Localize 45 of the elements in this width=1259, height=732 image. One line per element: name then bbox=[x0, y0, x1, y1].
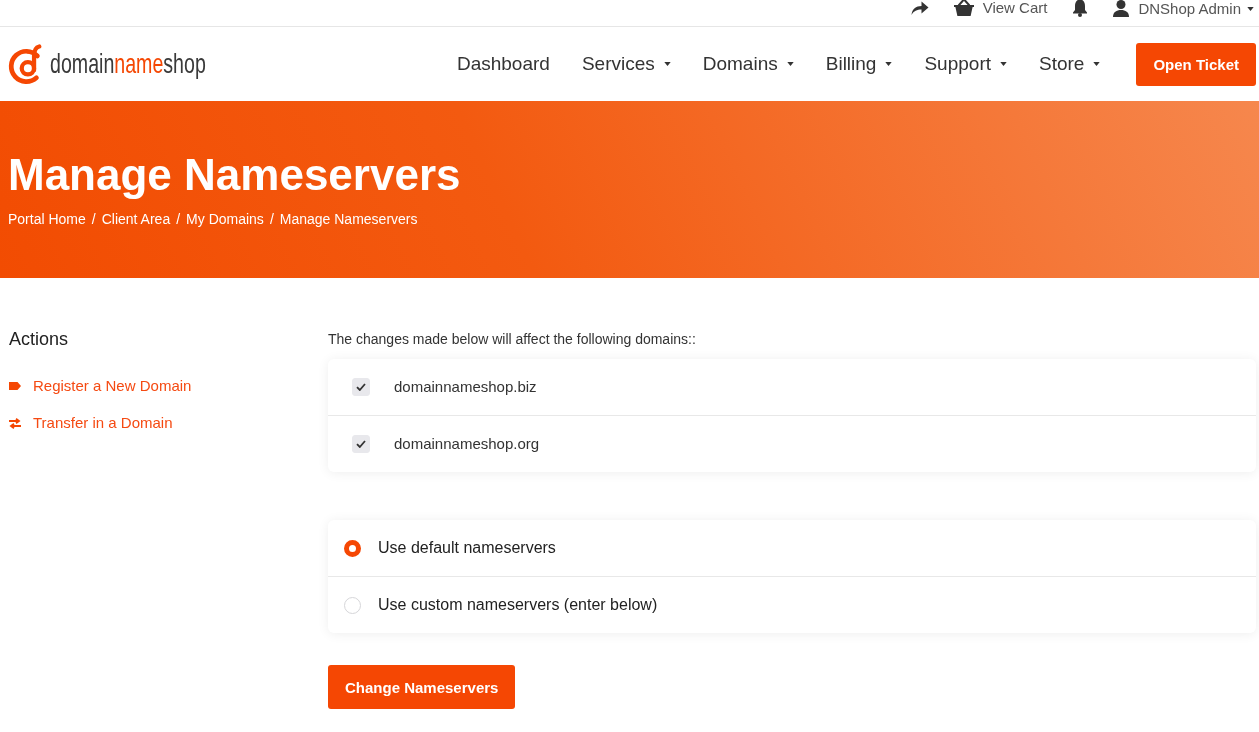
user-icon bbox=[1113, 0, 1130, 17]
caret-icon bbox=[1000, 62, 1007, 66]
checkbox[interactable] bbox=[352, 435, 370, 453]
caret-icon bbox=[663, 62, 671, 66]
domain-label[interactable]: domainnameshop.biz bbox=[394, 377, 537, 397]
intro-text: The changes made below will affect the following domains:: bbox=[328, 330, 697, 349]
sidebar-link[interactable]: Transfer in a Domain bbox=[9, 413, 328, 433]
breadcrumb-link[interactable]: Portal Home bbox=[8, 209, 86, 229]
breadcrumb-separator: / bbox=[269, 210, 274, 229]
swap-arrows-icon bbox=[9, 417, 21, 429]
nav-link[interactable]: Dashboard bbox=[440, 52, 566, 76]
check-icon bbox=[356, 383, 366, 391]
caret-icon bbox=[786, 62, 794, 66]
domain-label[interactable]: domainnameshop.org bbox=[394, 434, 540, 454]
checkbox[interactable] bbox=[352, 378, 370, 396]
caret-icon bbox=[885, 62, 893, 66]
logo-text[interactable]: domainnameshop bbox=[50, 48, 206, 80]
basket-icon bbox=[953, 0, 974, 16]
nav-link[interactable]: Store bbox=[1023, 52, 1117, 76]
breadcrumb-separator: / bbox=[91, 210, 96, 229]
nav-link[interactable]: Billing bbox=[809, 52, 909, 76]
sidebar-heading: Actions bbox=[9, 328, 70, 350]
change-nameservers-button[interactable]: Change Nameservers bbox=[328, 665, 516, 709]
open-ticket-button[interactable]: Open Ticket bbox=[1136, 42, 1256, 86]
tag-icon bbox=[9, 382, 21, 390]
page-title: Manage Nameservers bbox=[8, 149, 462, 201]
account-menu[interactable]: DNShop Admin bbox=[1113, 0, 1254, 17]
sidebar-link[interactable]: Register a New Domain bbox=[9, 376, 328, 396]
check-icon bbox=[356, 440, 366, 448]
caret-icon bbox=[1247, 6, 1254, 11]
radio-button[interactable] bbox=[344, 539, 361, 557]
breadcrumb-separator: / bbox=[176, 210, 181, 229]
nav-link[interactable]: Domains bbox=[686, 52, 810, 76]
bell-icon[interactable] bbox=[1072, 0, 1089, 17]
caret-icon bbox=[1093, 62, 1101, 66]
radio-label[interactable]: Use custom nameservers (enter below) bbox=[378, 595, 658, 615]
nav-link[interactable]: Support bbox=[908, 52, 1023, 76]
forward-arrow-icon[interactable] bbox=[910, 1, 929, 15]
radio-label[interactable]: Use default nameservers bbox=[378, 538, 556, 558]
breadcrumb-link[interactable]: My Domains bbox=[186, 209, 264, 229]
breadcrumb-link[interactable]: Client Area bbox=[101, 209, 171, 229]
view-cart-link[interactable]: View Cart bbox=[953, 0, 1048, 16]
nav-link[interactable]: Services bbox=[565, 52, 687, 76]
breadcrumb-current: Manage Nameservers bbox=[279, 210, 418, 229]
logo-icon[interactable] bbox=[8, 43, 44, 85]
